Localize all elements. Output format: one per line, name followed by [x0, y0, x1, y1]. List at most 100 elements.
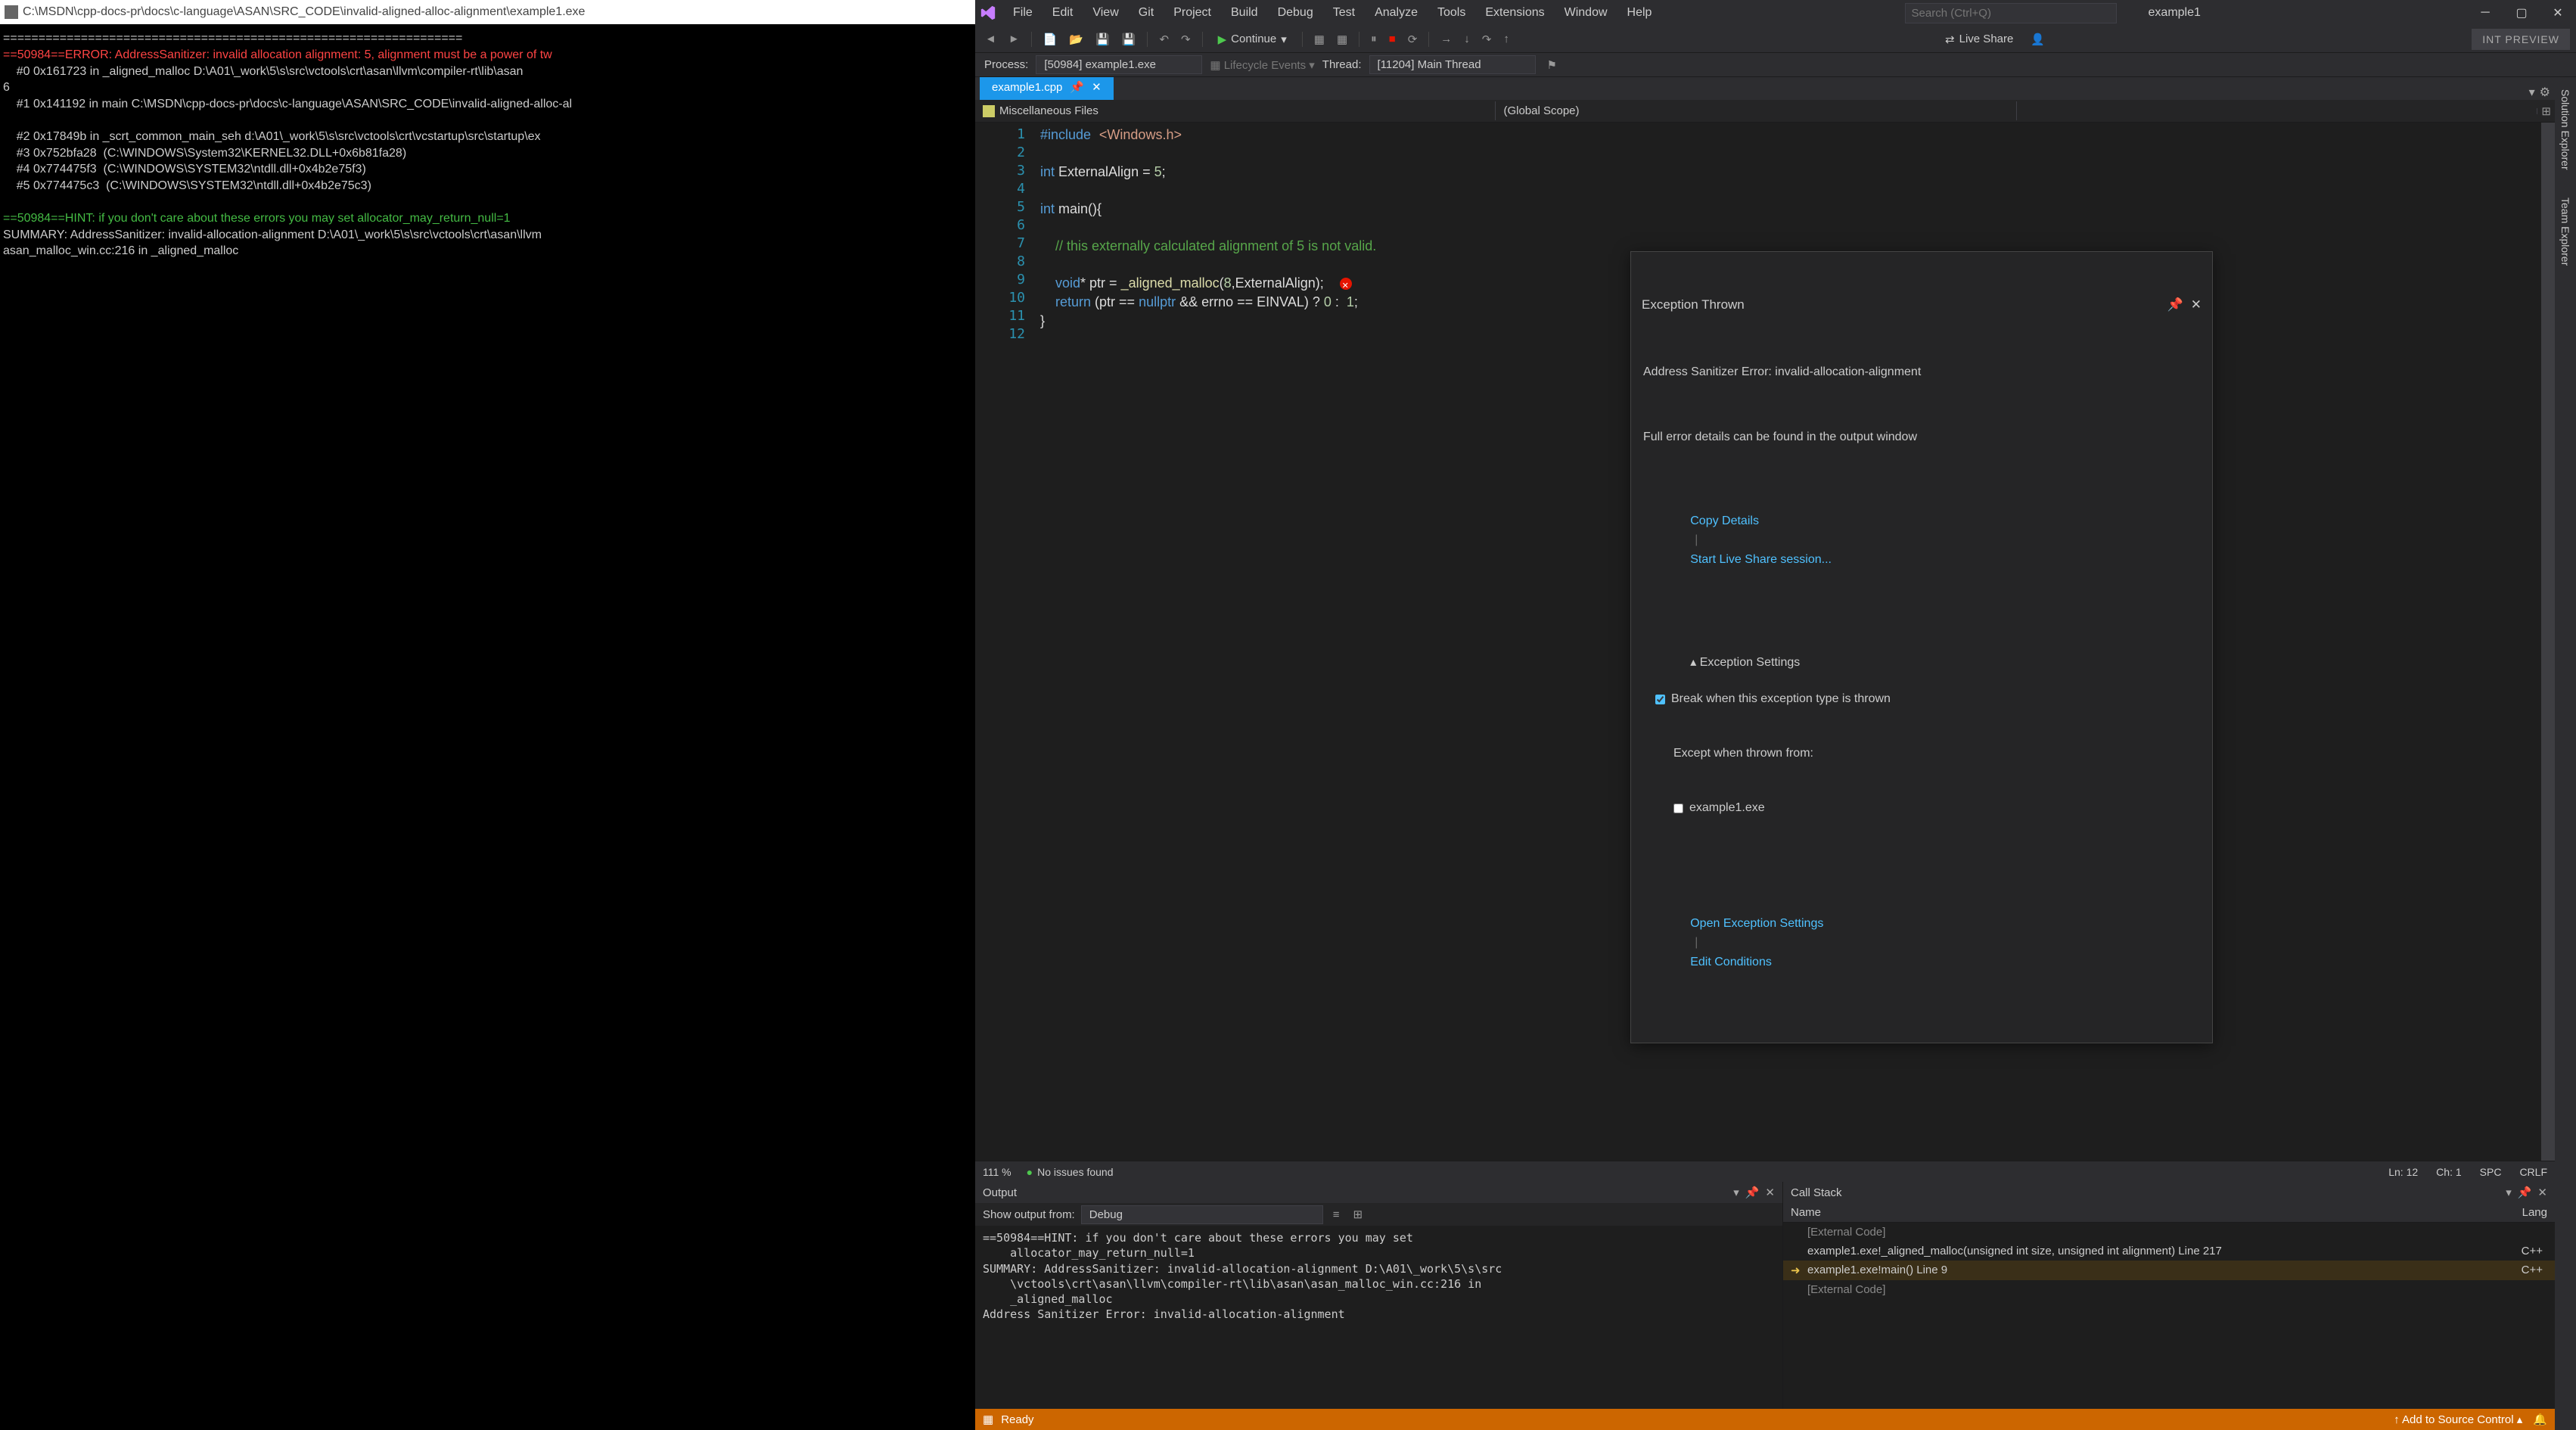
menu-window[interactable]: Window [1555, 1, 1617, 25]
editor-scrollbar[interactable] [2541, 123, 2555, 1161]
team-explorer-tab[interactable]: Team Explorer [2556, 190, 2574, 273]
thread-label: Thread: [1322, 58, 1362, 71]
nav-scope[interactable]: (Global Scope) [1496, 101, 2016, 120]
indent-indicator[interactable]: SPC [2480, 1166, 2502, 1178]
pin-popup-icon[interactable]: 📌 [2167, 296, 2183, 314]
notifications-icon[interactable]: 🔔 [2533, 1413, 2547, 1426]
panel-close-icon[interactable]: ✕ [1765, 1186, 1775, 1199]
col-lang[interactable]: Lang [2522, 1206, 2547, 1219]
new-file-icon[interactable]: 📄 [1039, 30, 1061, 48]
tab-settings-icon[interactable]: ⚙ [2540, 85, 2550, 100]
feedback-icon[interactable]: 👤 [2027, 30, 2049, 48]
issues-text[interactable]: No issues found [1037, 1166, 1113, 1178]
pause-icon[interactable]: ⏸ [1367, 30, 1381, 48]
output-text[interactable]: ==50984==HINT: if you don't care about t… [975, 1226, 1782, 1409]
nav-member[interactable] [2017, 108, 2537, 114]
navigation-bar: Miscellaneous Files (Global Scope) ⊞ [975, 100, 2555, 123]
menu-tools[interactable]: Tools [1428, 1, 1474, 25]
save-icon[interactable]: 💾 [1092, 30, 1114, 48]
open-icon[interactable]: 📂 [1065, 30, 1087, 48]
menu-extensions[interactable]: Extensions [1476, 1, 1553, 25]
console-titlebar[interactable]: C:\MSDN\cpp-docs-pr\docs\c-language\ASAN… [0, 0, 975, 24]
menu-debug[interactable]: Debug [1269, 1, 1322, 25]
maximize-button[interactable]: ▢ [2503, 0, 2540, 26]
menu-project[interactable]: Project [1164, 1, 1220, 25]
vs-titlebar: File Edit View Git Project Build Debug T… [975, 0, 2576, 26]
tab-dropdown-icon[interactable]: ▾ [2529, 85, 2535, 100]
lifecycle-events[interactable]: ▦ Lifecycle Events ▾ [1210, 58, 1314, 72]
copy-details-link[interactable]: Copy Details [1690, 514, 1759, 527]
status-icon: ▦ [983, 1413, 993, 1426]
output-source-select[interactable]: Debug [1081, 1205, 1323, 1224]
panel-pin-icon[interactable]: 📌 [1745, 1186, 1760, 1199]
break-checkbox[interactable] [1655, 695, 1665, 704]
pin-icon[interactable]: 📌 [1070, 80, 1084, 94]
step-out-icon[interactable]: ↑ [1499, 30, 1513, 48]
menu-help[interactable]: Help [1618, 1, 1661, 25]
process-select[interactable]: [50984] example1.exe [1036, 55, 1202, 74]
zoom-level[interactable]: 111 % [983, 1166, 1011, 1178]
solution-explorer-tab[interactable]: Solution Explorer [2556, 82, 2574, 178]
flag-icon[interactable]: ⚑ [1543, 56, 1561, 74]
edit-conditions-link[interactable]: Edit Conditions [1690, 956, 1772, 968]
clear-output-icon[interactable]: ≡ [1329, 1206, 1344, 1223]
nav-fwd-icon[interactable]: ► [1005, 30, 1024, 48]
lineending-indicator[interactable]: CRLF [2519, 1166, 2547, 1178]
thread-select[interactable]: [11204] Main Thread [1369, 55, 1536, 74]
menu-view[interactable]: View [1083, 1, 1127, 25]
menu-analyze[interactable]: Analyze [1366, 1, 1427, 25]
step-over-icon[interactable]: ↷ [1478, 30, 1496, 48]
menu-file[interactable]: File [1004, 1, 1042, 25]
menu-build[interactable]: Build [1222, 1, 1267, 25]
redo-icon[interactable]: ↷ [1177, 30, 1195, 48]
minimize-button[interactable]: ─ [2467, 0, 2503, 26]
tab-example1[interactable]: example1.cpp 📌 ✕ [980, 77, 1114, 100]
live-share[interactable]: ⇄ Live Share [1936, 33, 2022, 46]
nav-project[interactable]: Miscellaneous Files [975, 101, 1496, 120]
console-output[interactable]: ========================================… [0, 24, 975, 1430]
process-label: Process: [984, 58, 1028, 71]
menu-edit[interactable]: Edit [1043, 1, 1083, 25]
save-all-icon[interactable]: 💾 [1118, 30, 1140, 48]
col-indicator[interactable]: Ch: 1 [2436, 1166, 2461, 1178]
panel-dropdown-icon[interactable]: ▾ [2506, 1186, 2512, 1199]
undo-icon[interactable]: ↶ [1155, 30, 1173, 48]
continue-button[interactable]: ▶ Continue ▾ [1210, 30, 1294, 48]
callstack-rows[interactable]: [External Code] example1.exe!_aligned_ma… [1783, 1223, 2555, 1409]
exception-settings-header[interactable]: ▴ Exception Settings [1690, 656, 1800, 669]
error-glyph-icon[interactable] [1340, 278, 1352, 290]
close-tab-icon[interactable]: ✕ [1092, 80, 1102, 94]
menu-test[interactable]: Test [1324, 1, 1364, 25]
vs-logo-icon[interactable] [975, 0, 1001, 26]
stop-icon[interactable]: ■ [1385, 30, 1400, 48]
close-button[interactable]: ✕ [2540, 0, 2576, 26]
panel-close-icon[interactable]: ✕ [2537, 1186, 2547, 1199]
output-title: Output [983, 1186, 1017, 1199]
panel-pin-icon[interactable]: 📌 [2518, 1186, 2532, 1199]
line-indicator[interactable]: Ln: 12 [2388, 1166, 2418, 1178]
output-panel: Output ▾ 📌 ✕ Show output from: Debug ≡ ⊞ [975, 1182, 1783, 1409]
except-exe-checkbox[interactable] [1673, 804, 1683, 813]
start-liveshare-link[interactable]: Start Live Share session... [1690, 553, 1832, 566]
glyph-margin [975, 123, 1002, 1161]
close-popup-icon[interactable]: ✕ [2191, 296, 2202, 314]
right-side-tabs: Solution Explorer Team Explorer [2555, 77, 2576, 1430]
code-text[interactable]: #include <Windows.h> int ExternalAlign =… [1033, 123, 2541, 1161]
code-editor[interactable]: 123456789101112 #include <Windows.h> int… [975, 123, 2555, 1161]
debug-tools-icon[interactable]: ▦ [1333, 30, 1351, 48]
nav-back-icon[interactable]: ◄ [981, 30, 1000, 48]
open-exception-settings-link[interactable]: Open Exception Settings [1690, 917, 1823, 930]
source-control-button[interactable]: ↑ Add to Source Control ▴ [2394, 1413, 2522, 1426]
menu-git[interactable]: Git [1130, 1, 1163, 25]
folder-icon [983, 105, 995, 117]
search-input[interactable] [1905, 3, 2117, 23]
step-into-icon[interactable]: ↓ [1460, 30, 1474, 48]
split-icon[interactable]: ⊞ [2537, 102, 2555, 120]
exception-popup: Exception Thrown 📌 ✕ Address Sanitizer E… [1630, 251, 2213, 1043]
panel-dropdown-icon[interactable]: ▾ [1733, 1186, 1739, 1199]
toggle-wrap-icon[interactable]: ⊞ [1350, 1205, 1367, 1223]
restart-icon[interactable]: ⟳ [1404, 30, 1422, 48]
show-next-icon[interactable]: → [1437, 30, 1456, 48]
debug-window-icon[interactable]: ▦ [1310, 30, 1328, 48]
col-name[interactable]: Name [1791, 1206, 1821, 1219]
